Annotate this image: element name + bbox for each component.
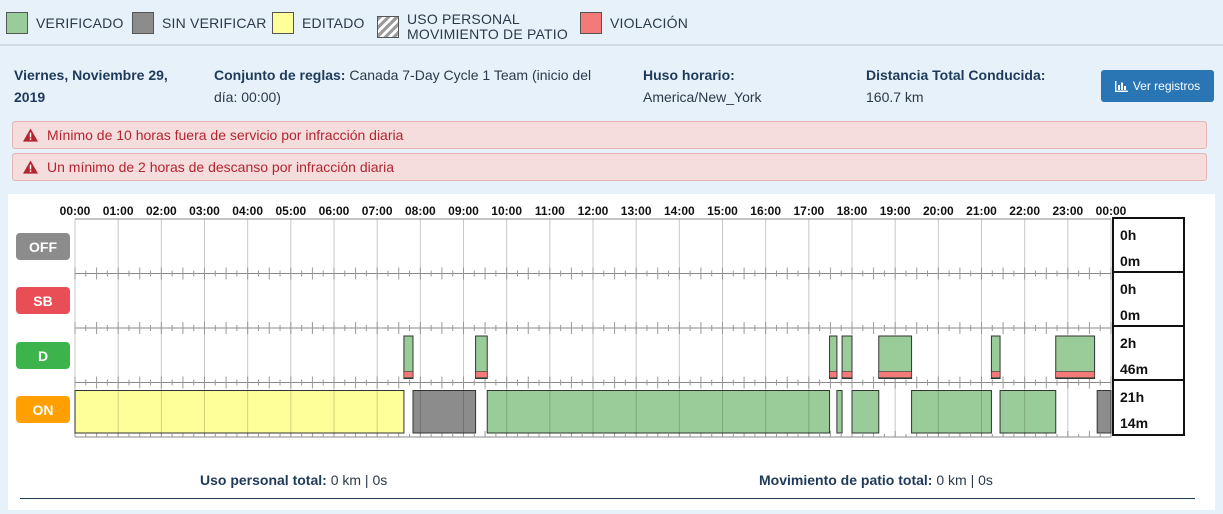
legend-violation-label: VIOLACIÓN <box>610 15 689 31</box>
legend-unverified: SIN VERIFICAR <box>132 12 267 34</box>
distance-info: Distancia Total Conducida: 160.7 km <box>866 64 1045 108</box>
ruleset-value-line1: Canada 7-Day Cycle 1 Team (inicio del <box>349 67 592 83</box>
violation-mark <box>1055 371 1095 378</box>
total-d-hours: 2h <box>1120 335 1137 351</box>
legend-edited: EDITADO <box>272 12 365 34</box>
total-sb-minutes: 0m <box>1120 307 1141 323</box>
total-sb-hours: 0h <box>1120 281 1137 297</box>
ruleset-info: Conjunto de reglas: Canada 7-Day Cycle 1… <box>214 64 591 108</box>
legend-verified-swatch <box>6 12 28 34</box>
legend-personal-use-swatch <box>377 16 399 38</box>
legend-edited-label: EDITADO <box>302 15 365 31</box>
legend-violation-swatch <box>580 12 602 34</box>
total-d-minutes: 46m <box>1120 361 1149 377</box>
legend-verified: VERIFICADO <box>6 12 124 34</box>
duty-segment <box>999 390 1057 434</box>
warning-icon <box>23 160 38 174</box>
footer-divider <box>20 498 1195 499</box>
violation-alert-text: Mínimo de 10 horas fuera de servicio por… <box>47 127 404 143</box>
duty-segment <box>1096 390 1112 434</box>
total-sb: 0h 0m <box>1114 273 1183 327</box>
duty-segment <box>851 390 880 434</box>
legend-personal-use-line2: MOVIMIENTO DE PATIO <box>407 26 568 42</box>
personal-use-value: 0 km | 0s <box>330 472 388 488</box>
log-date-line1: Viernes, Noviembre 29, <box>14 67 168 83</box>
duty-segment <box>486 390 831 434</box>
violation-alert-text: Un mínimo de 2 horas de descanso por inf… <box>47 159 395 175</box>
log-date: Viernes, Noviembre 29, 2019 <box>14 64 168 108</box>
legend-unverified-label: SIN VERIFICAR <box>162 15 267 31</box>
violation-mark <box>841 371 853 378</box>
total-off: 0h 0m <box>1114 219 1183 273</box>
legend-personal-use: USO PERSONAL MOVIMIENTO DE PATIO <box>377 12 568 42</box>
duty-totals: 0h 0m 0h 0m 2h 46m 21h 14m <box>1112 217 1185 436</box>
total-d: 2h 46m <box>1114 327 1183 381</box>
timezone-value: America/New_York <box>643 89 762 105</box>
legend-personal-use-line1: USO PERSONAL <box>407 11 520 27</box>
total-off-hours: 0h <box>1120 227 1137 243</box>
duty-segment <box>836 390 843 434</box>
duty-segment <box>74 390 405 434</box>
bar-chart-icon <box>1114 80 1128 92</box>
violation-mark <box>475 371 488 378</box>
distance-value: 160.7 km <box>866 89 924 105</box>
violation-mark <box>829 371 838 378</box>
legend-edited-swatch <box>272 12 294 34</box>
view-logs-button[interactable]: Ver registros <box>1101 70 1214 102</box>
hos-graph-panel: 00:00 01:00 02:00 03:00 04:00 05:00 06:00 07:00… <box>8 194 1215 510</box>
view-logs-label: Ver registros <box>1132 79 1201 93</box>
total-on: 21h 14m <box>1114 381 1183 435</box>
duty-segment <box>412 390 477 434</box>
legend-personal-use-label: USO PERSONAL MOVIMIENTO DE PATIO <box>407 12 568 42</box>
legend-unverified-swatch <box>132 12 154 34</box>
violation-alert: Un mínimo de 2 horas de descanso por inf… <box>12 153 1207 181</box>
warning-icon <box>23 128 38 142</box>
total-on-hours: 21h <box>1120 389 1145 405</box>
legend-verified-label: VERIFICADO <box>36 15 124 31</box>
total-off-minutes: 0m <box>1120 253 1141 269</box>
personal-use-total: Uso personal total: 0 km | 0s <box>200 472 387 488</box>
violation-mark <box>403 371 414 378</box>
legend-violation: VIOLACIÓN <box>580 12 688 34</box>
yard-move-value: 0 km | 0s <box>936 472 993 488</box>
violation-mark <box>878 371 912 378</box>
ruleset-label: Conjunto de reglas: <box>214 67 346 83</box>
legend-bar: VERIFICADO SIN VERIFICAR EDITADO USO PER… <box>0 0 1223 46</box>
duty-status-grid <box>74 218 1112 438</box>
personal-use-label: Uso personal total: <box>200 472 327 488</box>
log-date-line2: 2019 <box>14 89 46 105</box>
yard-move-total: Movimiento de patio total: 0 km | 0s <box>759 472 993 488</box>
timezone-info: Huso horario: America/New_York <box>643 64 762 108</box>
violation-alert: Mínimo de 10 horas fuera de servicio por… <box>12 121 1207 149</box>
distance-label: Distancia Total Conducida: <box>866 67 1046 83</box>
violation-mark <box>991 371 1001 378</box>
duty-segment <box>911 390 992 434</box>
ruleset-value-line2: día: 00:00) <box>214 89 281 105</box>
yard-move-label: Movimiento de patio total: <box>759 472 933 488</box>
timezone-label: Huso horario: <box>643 67 735 83</box>
total-on-minutes: 14m <box>1120 415 1149 431</box>
